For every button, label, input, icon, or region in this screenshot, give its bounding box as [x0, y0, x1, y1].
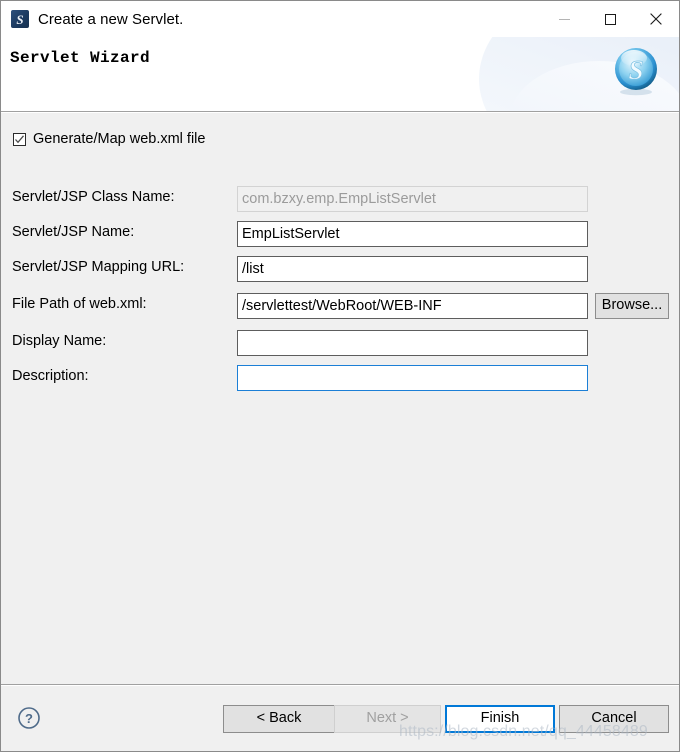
svg-text:S: S	[628, 55, 643, 85]
wizard-dialog-window: S Create a new Servlet. Servlet Wizard S…	[0, 0, 680, 752]
finish-button[interactable]: Finish	[445, 705, 555, 733]
help-icon[interactable]: ?	[17, 706, 41, 730]
window-title: Create a new Servlet.	[38, 10, 184, 28]
svg-text:?: ?	[25, 711, 33, 726]
input-webxml-path[interactable]	[237, 293, 588, 319]
field-row-display-name: Display Name:	[1, 330, 679, 356]
field-row-servlet-name: Servlet/JSP Name:	[1, 221, 679, 247]
field-row-class-name: Servlet/JSP Class Name:	[1, 186, 679, 212]
next-button: Next >	[334, 705, 441, 733]
input-servlet-name[interactable]	[237, 221, 588, 247]
input-servlet-class-name	[237, 186, 588, 212]
servlet-wizard-logo-icon: S	[610, 45, 662, 97]
app-icon-glyph: S	[16, 11, 24, 27]
wizard-body: Generate/Map web.xml file Servlet/JSP Cl…	[1, 113, 679, 685]
servlet-app-icon: S	[11, 10, 29, 28]
field-row-description: Description:	[1, 365, 679, 391]
input-mapping-url[interactable]	[237, 256, 588, 282]
label-webxml-path: File Path of web.xml:	[12, 296, 147, 312]
label-class-name: Servlet/JSP Class Name:	[12, 189, 175, 205]
label-display-name: Display Name:	[12, 333, 107, 349]
generate-webxml-checkbox[interactable]	[13, 132, 26, 146]
back-button[interactable]: < Back	[223, 705, 335, 733]
close-icon[interactable]	[633, 1, 679, 37]
generate-webxml-label: Generate/Map web.xml file	[33, 131, 206, 147]
window-controls	[541, 1, 679, 37]
wizard-header: Servlet Wizard S	[1, 37, 679, 112]
label-description: Description:	[12, 368, 89, 384]
label-mapping-url: Servlet/JSP Mapping URL:	[12, 259, 185, 275]
browse-button[interactable]: Browse...	[595, 293, 669, 319]
minimize-icon[interactable]	[541, 1, 587, 37]
generate-webxml-checkbox-row[interactable]: Generate/Map web.xml file	[13, 131, 205, 147]
field-row-mapping-url: Servlet/JSP Mapping URL:	[1, 256, 679, 282]
label-servlet-name: Servlet/JSP Name:	[12, 224, 135, 240]
input-description[interactable]	[237, 365, 588, 391]
cancel-button[interactable]: Cancel	[559, 705, 669, 733]
field-row-webxml-path: File Path of web.xml: Browse...	[1, 293, 679, 319]
maximize-icon[interactable]	[587, 1, 633, 37]
input-display-name[interactable]	[237, 330, 588, 356]
title-bar: S Create a new Servlet.	[1, 1, 679, 37]
page-title: Servlet Wizard	[10, 49, 151, 67]
